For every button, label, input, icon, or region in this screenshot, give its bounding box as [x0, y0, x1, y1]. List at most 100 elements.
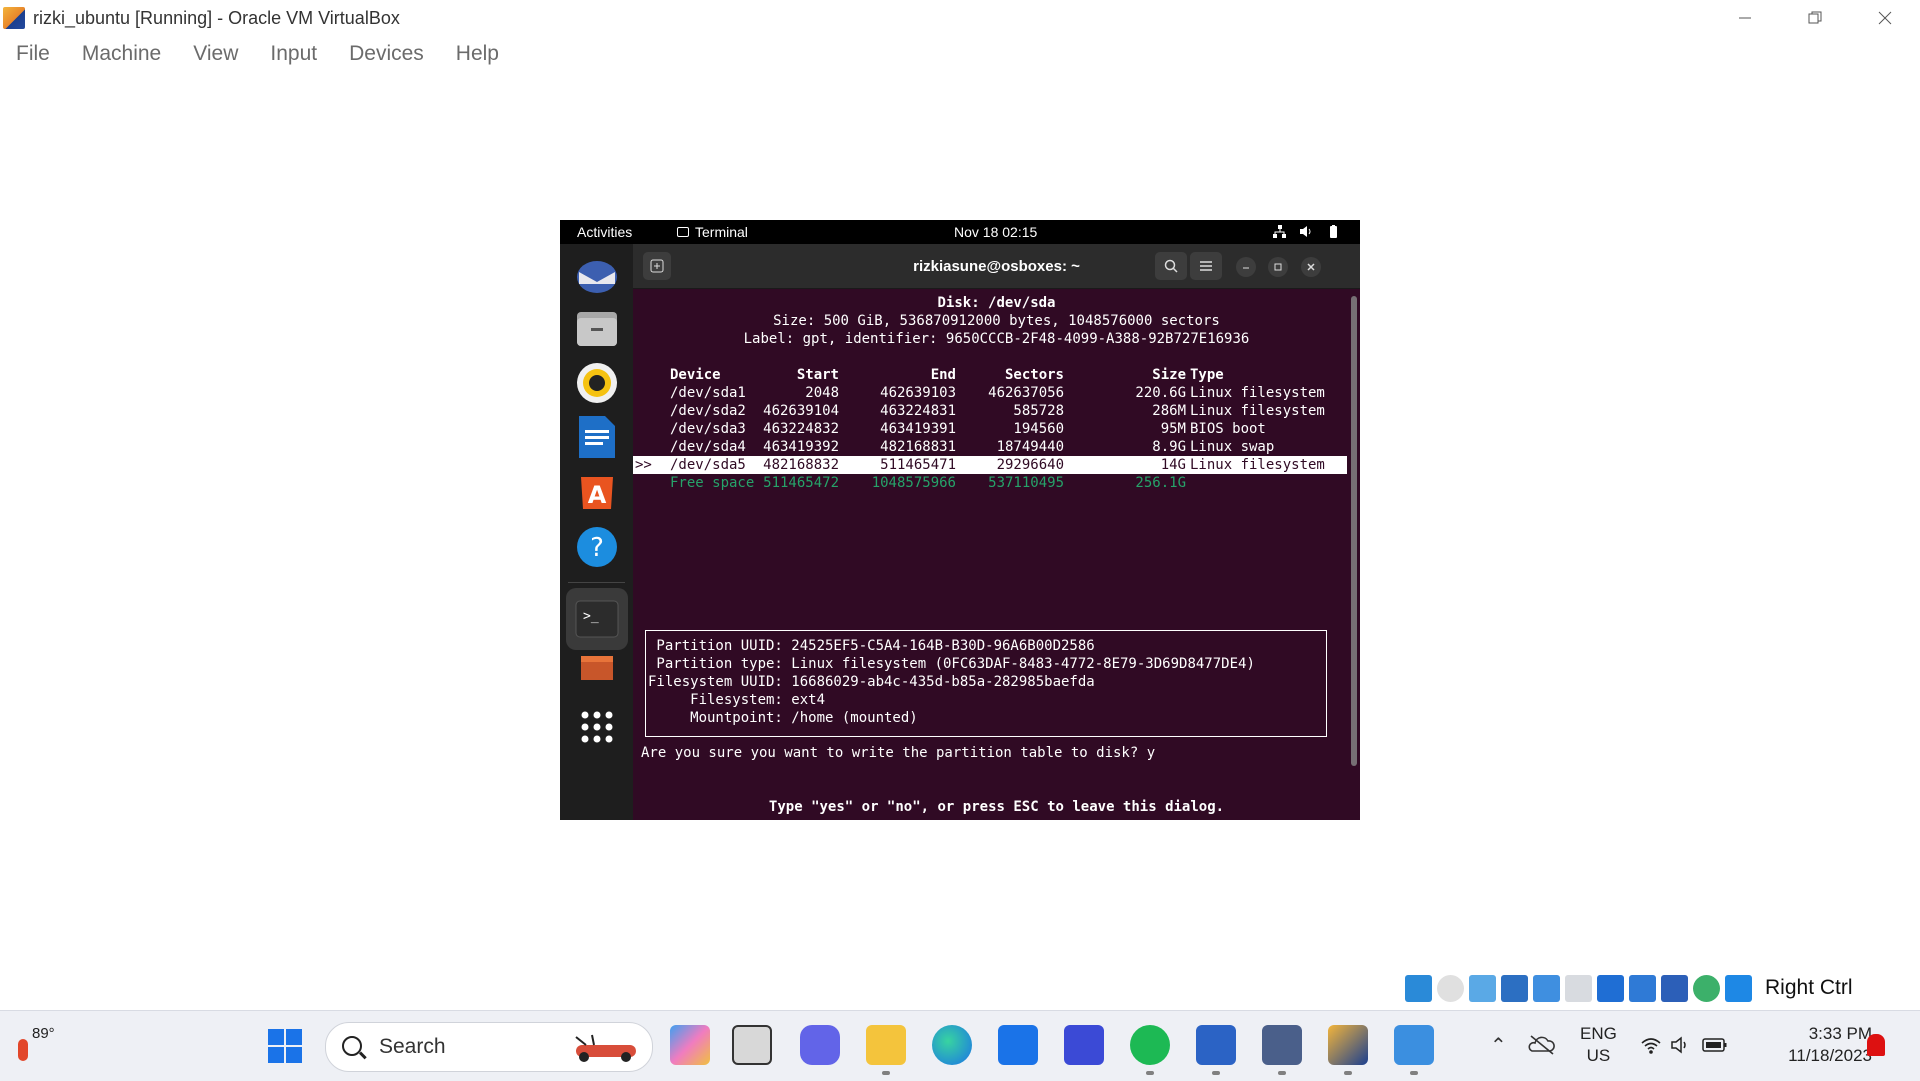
- menu-view[interactable]: View: [193, 42, 238, 66]
- task-view-icon[interactable]: [732, 1025, 772, 1065]
- virtualbox-vm-icon[interactable]: [1328, 1025, 1368, 1065]
- partition-cell-start: 463419392: [763, 439, 839, 455]
- window-controls: [1710, 0, 1920, 36]
- audio-status-icon[interactable]: [1469, 974, 1496, 1002]
- restore-button[interactable]: [1780, 0, 1850, 36]
- virtualization-status-icon[interactable]: [1661, 974, 1688, 1002]
- menu-file[interactable]: File: [16, 42, 50, 66]
- partition-row[interactable]: /dev/sda3 463224832 463419391 194560 95M BIOS…: [633, 420, 1347, 438]
- photos-icon[interactable]: [1394, 1025, 1434, 1065]
- partition-cell-size: 8.9G: [1152, 439, 1186, 455]
- clock-time: 3:33 PM: [1808, 1024, 1872, 1043]
- app-menu-terminal[interactable]: Terminal: [677, 224, 748, 240]
- windows-logo-icon: [268, 1029, 284, 1045]
- menu-devices[interactable]: Devices: [349, 42, 424, 66]
- terminal-maximize-button[interactable]: [1268, 257, 1288, 277]
- close-button[interactable]: [1850, 0, 1920, 36]
- spotify-icon[interactable]: [1130, 1025, 1170, 1065]
- file-explorer-icon[interactable]: [866, 1025, 906, 1065]
- terminal-menu-button[interactable]: [1190, 252, 1222, 280]
- taskbar-clock[interactable]: 3:33 PM 11/18/2023: [1760, 1023, 1872, 1067]
- microsoft-store-icon[interactable]: [998, 1025, 1038, 1065]
- dock-help[interactable]: ?: [572, 522, 622, 572]
- copilot-icon[interactable]: [670, 1025, 710, 1065]
- partition-row[interactable]: Free space 511465472 1048575966 537110495 25…: [633, 474, 1347, 492]
- network-icon: [1273, 225, 1286, 238]
- rhythmbox-icon: [577, 363, 617, 403]
- partition-cell-end: 463419391: [880, 421, 956, 437]
- menu-input[interactable]: Input: [270, 42, 317, 66]
- menu-help[interactable]: Help: [456, 42, 499, 66]
- hard-disk-status-icon[interactable]: [1405, 974, 1432, 1002]
- dock-libreoffice-writer[interactable]: [572, 412, 622, 462]
- wifi-icon[interactable]: [1640, 1035, 1662, 1055]
- weather-widget[interactable]: 89°: [14, 1019, 64, 1069]
- restore-icon: [1274, 263, 1282, 271]
- partition-cell-end: 1048575966: [871, 475, 956, 491]
- dock-show-apps[interactable]: [572, 702, 622, 752]
- partition-cell-size: 256.1G: [1135, 475, 1186, 491]
- terminal-search-button[interactable]: [1155, 252, 1187, 280]
- shared-folders-status-icon[interactable]: [1565, 974, 1592, 1002]
- dock-thunderbird[interactable]: [572, 252, 622, 302]
- write-confirmation-prompt[interactable]: Are you sure you want to write the parti…: [641, 744, 1155, 762]
- dialog-hint: Type "yes" or "no", or press ESC to leav…: [768, 799, 1225, 815]
- speaker-icon[interactable]: [1670, 1035, 1692, 1055]
- dock-app-center[interactable]: A: [572, 466, 622, 516]
- optical-drive-status-icon[interactable]: [1437, 974, 1464, 1002]
- teams-chat-icon[interactable]: [800, 1025, 840, 1065]
- dock-files[interactable]: [572, 304, 622, 354]
- notification-bell-icon[interactable]: [1867, 1034, 1885, 1056]
- battery-icon: [1330, 225, 1337, 238]
- battery-icon[interactable]: [1702, 1037, 1728, 1053]
- terminal-window[interactable]: rizkiasune@osboxes: ~ Disk: /dev/sda Siz…: [633, 244, 1360, 820]
- search-icon: [1164, 259, 1178, 273]
- vm-statusbar: Right Ctrl: [1405, 970, 1853, 1006]
- spotify-running-indicator: [1146, 1071, 1154, 1075]
- virtualbox-manager-icon[interactable]: [1262, 1025, 1302, 1065]
- language-indicator[interactable]: ENG US: [1580, 1023, 1617, 1067]
- keyboard-capture-icon[interactable]: [1725, 974, 1752, 1002]
- dock-rhythmbox[interactable]: [572, 358, 622, 408]
- partition-row[interactable]: /dev/sda2 462639104 463224831 585728 286M Lin…: [633, 402, 1347, 420]
- recording-status-icon[interactable]: [1629, 974, 1656, 1002]
- activities-button[interactable]: Activities: [577, 224, 632, 240]
- terminal-minimize-button[interactable]: [1236, 257, 1256, 277]
- column-type: Type: [1190, 367, 1224, 383]
- partition-cell-type: Linux filesystem: [1190, 403, 1325, 419]
- column-end: End: [930, 367, 956, 383]
- mouse-integration-icon[interactable]: [1693, 974, 1720, 1002]
- network-status-icon[interactable]: [1501, 974, 1528, 1002]
- partition-row[interactable]: /dev/sda1 2048 462639103 462637056 220.6G Lin…: [633, 384, 1347, 402]
- trash-icon: [581, 656, 613, 680]
- partition-cell-sectors: 29296640: [996, 457, 1064, 473]
- minimize-button[interactable]: [1710, 0, 1780, 36]
- start-button[interactable]: [268, 1029, 302, 1063]
- disk-title: Disk: /dev/sda: [937, 295, 1056, 311]
- menu-machine[interactable]: Machine: [82, 42, 161, 66]
- terminal-scrollbar[interactable]: [1351, 296, 1357, 766]
- partition-row[interactable]: /dev/sda4 463419392 482168831 18749440 8.9G L…: [633, 438, 1347, 456]
- display-status-icon[interactable]: [1597, 974, 1624, 1002]
- column-size: Size: [1152, 367, 1186, 383]
- edge-icon[interactable]: [932, 1025, 972, 1065]
- terminal-content[interactable]: Disk: /dev/sda Size: 500 GiB, 5368709120…: [633, 288, 1360, 820]
- vm-running-indicator: [1344, 1071, 1352, 1075]
- ai-app-icon[interactable]: [1064, 1025, 1104, 1065]
- show-hidden-icons-chevron-up-icon[interactable]: ⌃: [1490, 1033, 1507, 1058]
- dock-terminal[interactable]: >_: [566, 588, 628, 650]
- help-icon: ?: [577, 527, 617, 567]
- onedrive-offline-icon[interactable]: [1528, 1033, 1556, 1055]
- terminal-close-button[interactable]: [1301, 257, 1321, 277]
- topbar-clock[interactable]: Nov 18 02:15: [954, 224, 1037, 240]
- topbar-system-menu[interactable]: [1273, 225, 1340, 238]
- partition-row-selected[interactable]: >> /dev/sda5 482168832 511465471 29296640 14G…: [633, 456, 1347, 474]
- guest-screen[interactable]: Activities Terminal Nov 18 02:15 A ? >_ …: [560, 220, 1360, 820]
- usb-status-icon[interactable]: [1533, 974, 1560, 1002]
- taskbar-search[interactable]: Search: [325, 1022, 653, 1072]
- info-filesystem: Filesystem: ext4: [648, 692, 826, 708]
- minimize-icon: [1739, 17, 1751, 19]
- word-icon[interactable]: [1196, 1025, 1236, 1065]
- partition-cell-size: 220.6G: [1135, 385, 1186, 401]
- dock-trash[interactable]: [572, 654, 622, 682]
